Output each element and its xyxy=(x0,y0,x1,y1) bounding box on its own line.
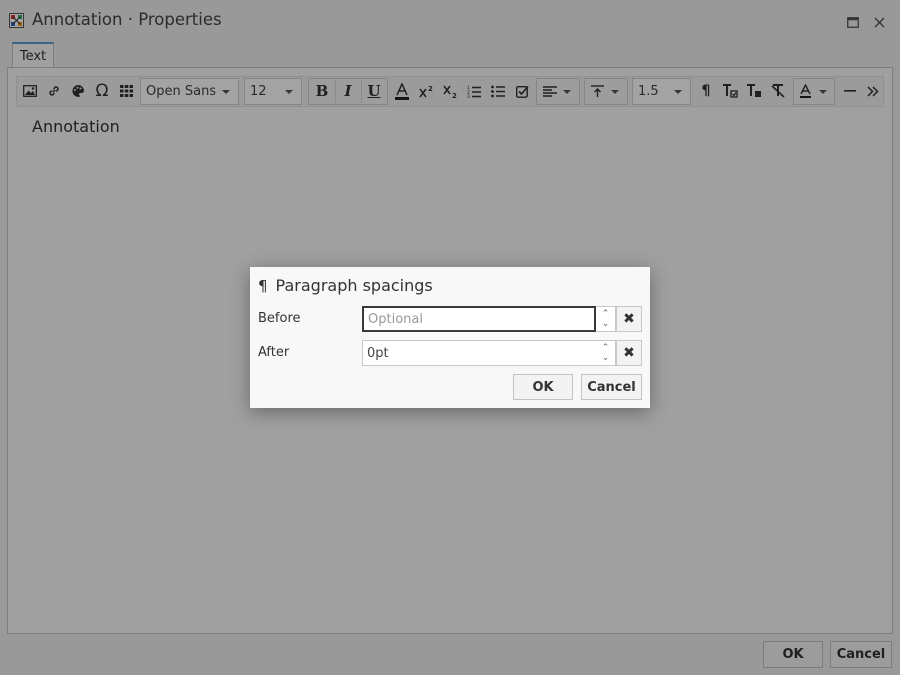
dialog-ok-button[interactable]: OK xyxy=(513,374,573,400)
close-icon: ✖ xyxy=(623,311,635,327)
after-spacing-input[interactable]: 0pt xyxy=(362,340,597,366)
close-icon: ✖ xyxy=(623,345,635,361)
before-spacing-input[interactable] xyxy=(362,306,596,332)
after-spinner[interactable]: ⌃ ⌄ xyxy=(596,340,616,366)
chevron-down-icon[interactable]: ⌄ xyxy=(602,319,610,329)
chevron-up-icon[interactable]: ⌃ xyxy=(602,309,610,319)
clear-before-button[interactable]: ✖ xyxy=(616,306,642,332)
chevron-up-icon[interactable]: ⌃ xyxy=(602,343,610,353)
after-label: After xyxy=(258,345,290,360)
pilcrow-icon: ¶ xyxy=(258,276,268,295)
dialog-title-text: Paragraph spacings xyxy=(275,276,433,295)
after-spacing-value: 0pt xyxy=(367,345,389,361)
paragraph-spacings-dialog: ¶ Paragraph spacings Before ⌃ ⌄ ✖ After … xyxy=(250,267,650,408)
chevron-down-icon[interactable]: ⌄ xyxy=(602,353,610,363)
dialog-cancel-button[interactable]: Cancel xyxy=(581,374,642,400)
before-spinner[interactable]: ⌃ ⌄ xyxy=(596,306,616,332)
before-label: Before xyxy=(258,311,301,326)
clear-after-button[interactable]: ✖ xyxy=(616,340,642,366)
dialog-title: ¶ Paragraph spacings xyxy=(258,276,433,295)
